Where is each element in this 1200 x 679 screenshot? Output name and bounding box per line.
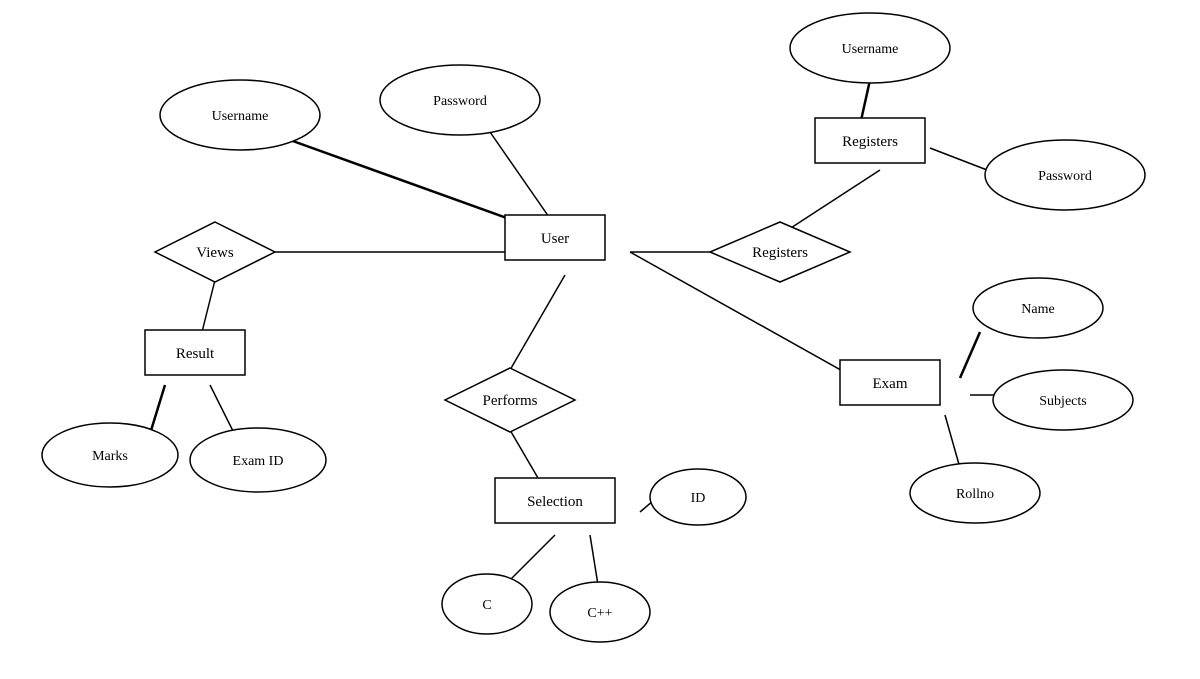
entity-user-label: User	[541, 231, 569, 247]
entity-result-label: Result	[176, 346, 215, 362]
attr-subjects-label: Subjects	[1039, 394, 1086, 409]
er-diagram: User Result Selection Exam Registers Vie…	[0, 0, 1200, 674]
attr-username2-label: Username	[842, 42, 899, 57]
relationship-performs-label: Performs	[483, 393, 538, 409]
attr-password1-label: Password	[433, 94, 487, 109]
entity-registers-label: Registers	[842, 134, 898, 150]
entity-selection-label: Selection	[527, 494, 583, 510]
attr-password2-label: Password	[1038, 169, 1092, 184]
attr-marks-label: Marks	[92, 449, 128, 464]
attr-examid-label: Exam ID	[233, 454, 284, 469]
relationship-views-label: Views	[196, 245, 234, 261]
attr-cpp-label: C++	[587, 606, 612, 621]
attr-id-label: ID	[691, 491, 706, 506]
attr-username1-label: Username	[212, 109, 269, 124]
relationship-registers-label: Registers	[752, 245, 808, 261]
attr-rollno-label: Rollno	[956, 487, 994, 502]
attr-c-label: C	[482, 598, 491, 613]
entity-exam-label: Exam	[873, 376, 908, 392]
attr-name-label: Name	[1021, 302, 1054, 317]
